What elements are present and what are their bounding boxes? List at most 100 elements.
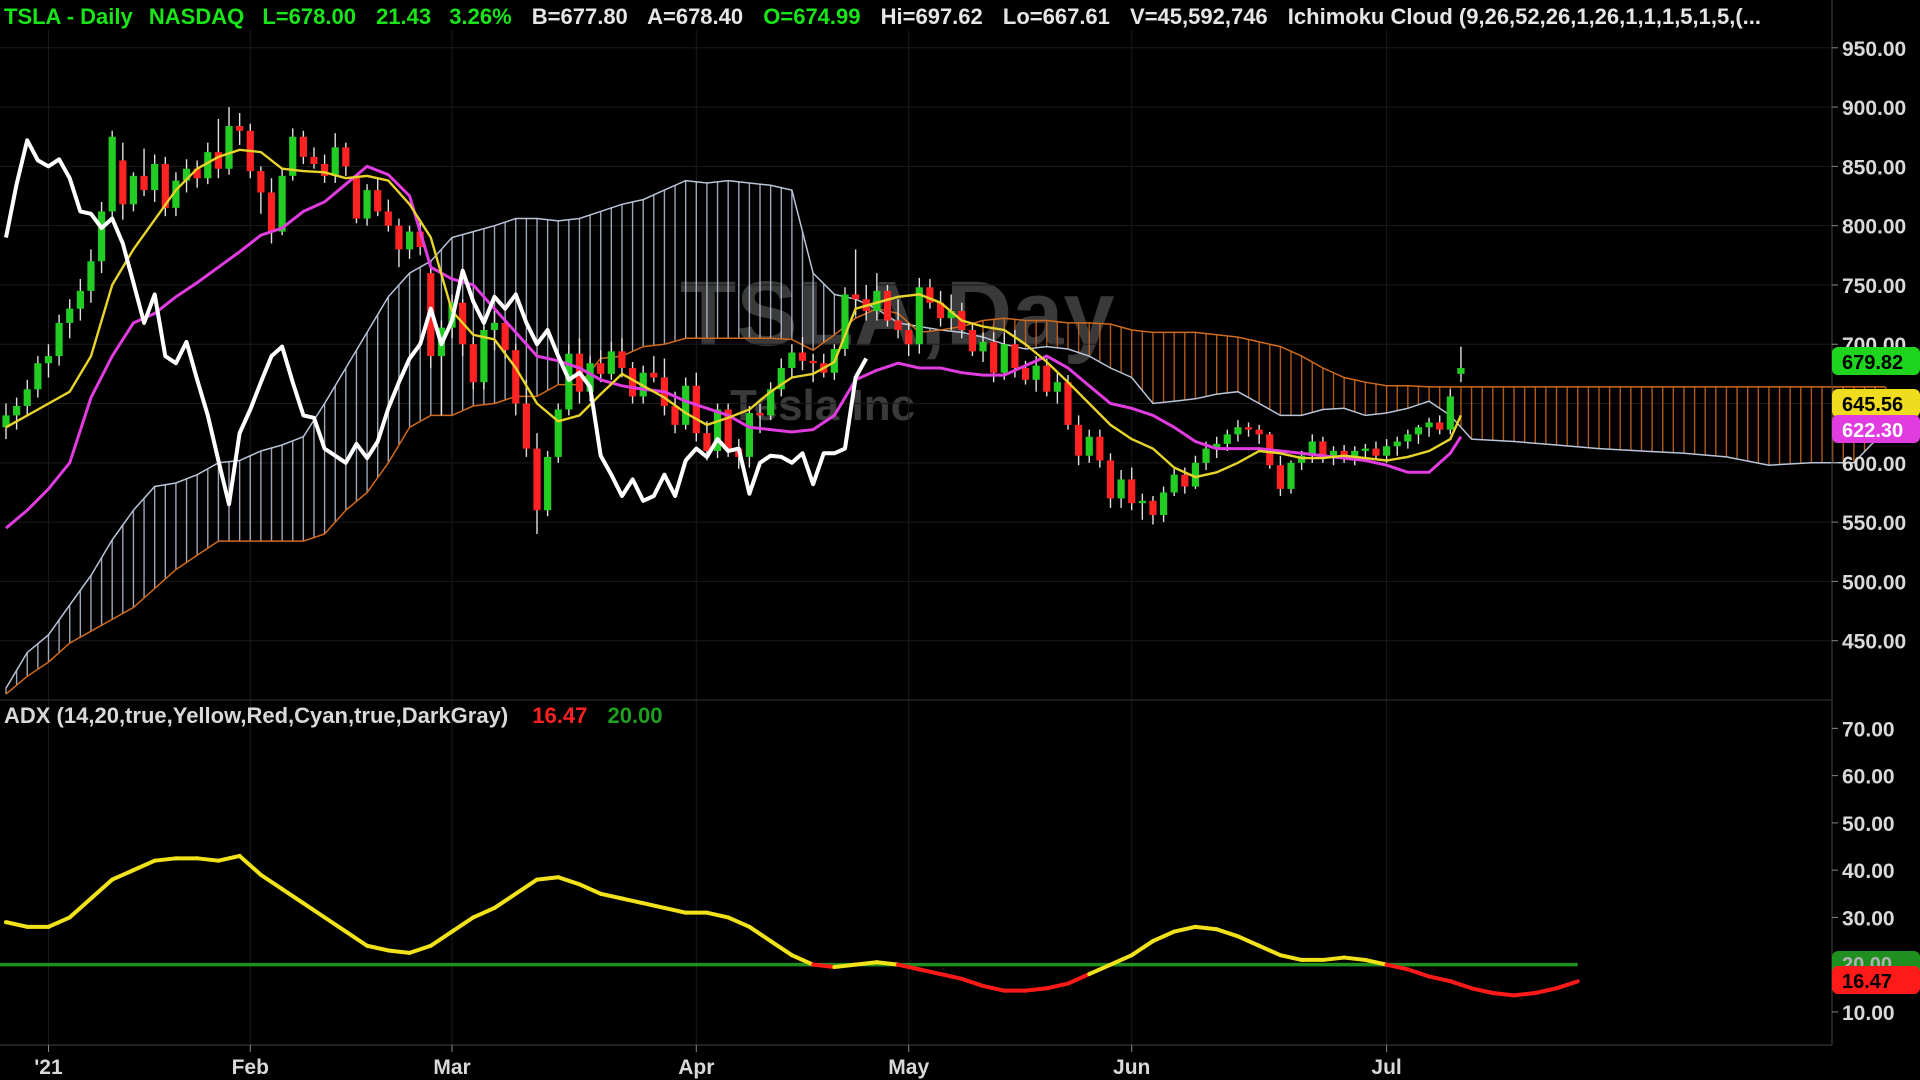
- candle-body: [278, 175, 286, 232]
- candle-body: [756, 413, 764, 416]
- candle-body: [798, 352, 807, 361]
- candle-body: [1043, 365, 1051, 392]
- time-tick-label: Jun: [1113, 1056, 1150, 1079]
- candle-body: [597, 363, 605, 374]
- candle-body: [968, 330, 977, 352]
- adx-segment: [195, 856, 221, 863]
- watermark-symbol: TSLA,Day: [680, 263, 1115, 365]
- candle-body: [522, 403, 530, 449]
- price-tick-label: 500.00: [1842, 571, 1906, 594]
- adx-current-value: 16.47: [532, 703, 587, 728]
- candle-body: [310, 156, 318, 164]
- candle-body: [1000, 344, 1008, 373]
- adx-segment: [853, 960, 879, 967]
- adx-segment: [535, 875, 561, 882]
- candle-body: [1053, 382, 1061, 392]
- candle-body: [1138, 500, 1146, 504]
- candle-body: [342, 147, 350, 167]
- candle-body: [129, 175, 138, 205]
- candle-body: [533, 448, 541, 511]
- price-tick-label: 450.00: [1842, 631, 1906, 654]
- candle: [108, 130, 116, 220]
- time-tick-label: '21: [34, 1056, 63, 1079]
- candle-body: [395, 225, 403, 250]
- candle-body: [544, 456, 552, 511]
- candle-body: [214, 152, 222, 169]
- adx-segment: [1490, 991, 1517, 998]
- candle-body: [894, 320, 902, 331]
- candle-body: [97, 211, 106, 262]
- candle-body: [883, 290, 892, 321]
- badge-adx-current: 16.47: [1832, 966, 1920, 994]
- candle-body: [554, 409, 562, 457]
- candle-body: [108, 136, 116, 212]
- adx-segment: [832, 962, 858, 970]
- candle-body: [44, 356, 53, 364]
- badge-last-price-text: 679.82: [1842, 352, 1903, 374]
- adx-tick-label: 60.00: [1842, 766, 1895, 789]
- candle-body: [1446, 396, 1454, 430]
- candle-body: [13, 405, 21, 416]
- badge-tenkan-text: 645.56: [1842, 394, 1903, 416]
- candle-body: [1117, 479, 1125, 499]
- candle-body: [405, 231, 414, 250]
- candle-body: [76, 290, 84, 309]
- candle-body: [1021, 367, 1030, 380]
- header-last: L=678.00: [262, 4, 356, 29]
- candle-body: [1085, 436, 1093, 456]
- candle-body: [1383, 446, 1391, 456]
- candle-body: [1075, 424, 1083, 456]
- candle-body: [1202, 448, 1210, 463]
- candle-body: [1372, 448, 1380, 456]
- candle-body: [140, 175, 148, 191]
- candle-body: [299, 136, 307, 157]
- candle-body: [151, 164, 159, 191]
- chart-root: TSLA,Day Tesla Inc 450.00 500.00 550.00 600…: [0, 0, 1920, 1080]
- candle: [841, 287, 849, 357]
- badge-tenkan: 645.56: [1832, 389, 1920, 417]
- header-low: Lo=667.61: [1003, 4, 1110, 29]
- adx-label-line: ADX (14,20,true,Yellow,Red,Cyan,true,Dar…: [4, 703, 663, 728]
- badge-kijun: 622.30: [1832, 415, 1920, 443]
- time-tick-label: Apr: [678, 1056, 714, 1079]
- candle-body: [1096, 436, 1104, 461]
- candle-body: [1149, 500, 1157, 516]
- adx-tick-label: 10.00: [1842, 1002, 1895, 1025]
- candle-body: [1361, 448, 1369, 451]
- time-tick-label: Mar: [433, 1056, 470, 1079]
- candle-body: [1128, 479, 1136, 504]
- candle: [352, 175, 361, 224]
- candle-body: [692, 385, 700, 434]
- candle-body: [650, 372, 658, 378]
- price-tick-label: 550.00: [1842, 512, 1906, 535]
- candle-body: [363, 190, 371, 219]
- candle-body: [257, 171, 265, 193]
- candle-body: [1106, 460, 1115, 499]
- candle-body: [607, 351, 615, 374]
- candle-body: [905, 330, 913, 345]
- chart-background: [0, 0, 1920, 1080]
- candle-body: [512, 350, 520, 404]
- candle-body: [979, 341, 987, 352]
- header-bid: B=677.80: [532, 4, 628, 29]
- header-high: Hi=697.62: [881, 4, 983, 29]
- price-tick-label: 800.00: [1842, 216, 1906, 239]
- candle-body: [225, 126, 233, 169]
- adx-segment: [1320, 955, 1347, 962]
- header-volume: V=45,592,746: [1130, 4, 1268, 29]
- candle-body: [990, 341, 998, 373]
- price-tick-label: 900.00: [1842, 97, 1906, 120]
- adx-segment: [1342, 955, 1368, 962]
- candle-body: [745, 413, 753, 457]
- candle-body: [1393, 441, 1401, 447]
- candle-body: [1414, 427, 1423, 435]
- price-tick-label: 850.00: [1842, 156, 1906, 179]
- adx-segment: [874, 960, 901, 967]
- candle-body: [1181, 474, 1189, 487]
- adx-label: ADX (14,20,true,Yellow,Red,Cyan,true,Dar…: [4, 703, 508, 728]
- header-change: 21.43: [376, 4, 431, 29]
- candle-body: [1064, 382, 1072, 425]
- adx-segment: [152, 856, 178, 863]
- candle-body: [852, 294, 860, 300]
- candle: [1287, 460, 1295, 494]
